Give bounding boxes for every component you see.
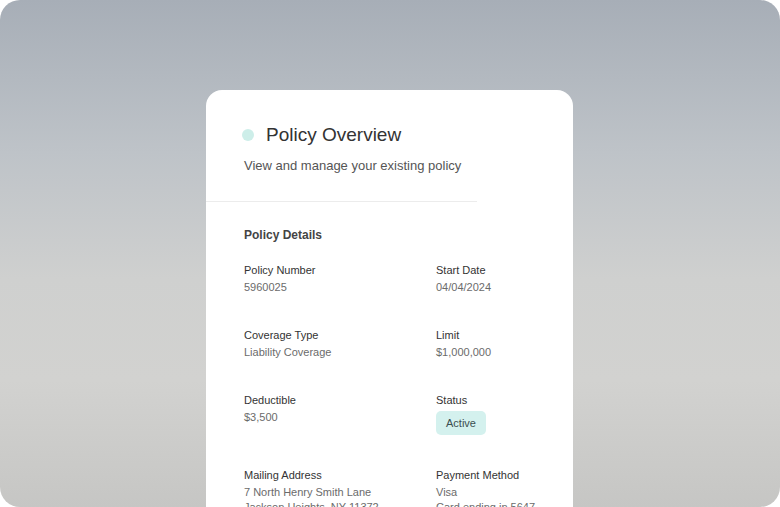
policy-field: Policy Number 5960025 xyxy=(244,263,436,295)
field-label: Payment Method xyxy=(436,468,557,482)
field-value: 5960025 xyxy=(244,280,436,295)
field-value: Visa xyxy=(436,485,557,500)
policy-field: Deductible $3,500 xyxy=(244,393,436,435)
details-grid: Policy Number 5960025Start Date 04/04/2024… xyxy=(244,263,557,507)
field-label: Status xyxy=(436,393,557,407)
field-value: Card ending in 5647 xyxy=(436,500,557,507)
field-value: 04/04/2024 xyxy=(436,280,557,295)
status-badge: Active xyxy=(436,411,486,435)
policy-field: Coverage Type Liability Coverage xyxy=(244,328,436,360)
page: Policy Overview View and manage your exis… xyxy=(0,0,780,507)
field-value: Jackson Heights, NY 11372 xyxy=(244,500,436,507)
status-dot-icon xyxy=(242,129,254,141)
field-label: Coverage Type xyxy=(244,328,436,342)
policy-field: Start Date 04/04/2024 xyxy=(436,263,557,295)
policy-field: Payment Method VisaCard ending in 5647 xyxy=(436,468,557,507)
policy-field: Mailing Address 7 North Henry Smith LaneJ… xyxy=(244,468,436,507)
policy-card: Policy Overview View and manage your exis… xyxy=(206,90,573,507)
field-label: Start Date xyxy=(436,263,557,277)
field-value: $1,000,000 xyxy=(436,345,557,360)
section-title: Policy Details xyxy=(244,227,557,243)
policy-field: Limit $1,000,000 xyxy=(436,328,557,360)
field-label: Limit xyxy=(436,328,557,342)
card-subtitle: View and manage your existing policy xyxy=(244,157,553,175)
field-label: Mailing Address xyxy=(244,468,436,482)
field-label: Policy Number xyxy=(244,263,436,277)
policy-field: Status Active xyxy=(436,393,557,435)
background-photo: Policy Overview View and manage your exis… xyxy=(0,0,780,507)
field-label: Deductible xyxy=(244,393,436,407)
divider xyxy=(206,201,477,202)
card-title: Policy Overview xyxy=(266,123,401,147)
field-value: Liability Coverage xyxy=(244,345,436,360)
field-value: 7 North Henry Smith Lane xyxy=(244,485,436,500)
field-value: $3,500 xyxy=(244,410,436,425)
